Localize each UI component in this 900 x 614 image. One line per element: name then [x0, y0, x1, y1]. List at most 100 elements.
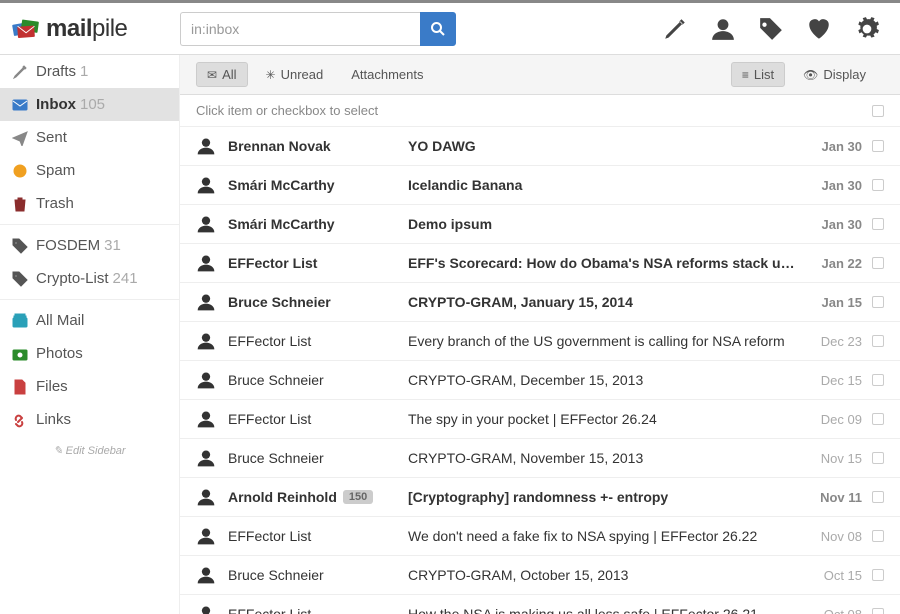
avatar-icon [196, 565, 216, 585]
message-row[interactable]: EFFector ListHow the NSA is making us al… [180, 595, 900, 614]
view-icon: 👁 [803, 68, 818, 82]
sidebar-item-fosdem[interactable]: FOSDEM31 [0, 229, 179, 262]
message-sender: Arnold Reinhold150 [228, 489, 408, 505]
sidebar-item-drafts[interactable]: Drafts1 [0, 55, 179, 88]
sidebar-item-sent[interactable]: Sent [0, 121, 179, 154]
avatar-icon [196, 214, 216, 234]
sidebar-item-crypto-list[interactable]: Crypto-List241 [0, 262, 179, 295]
message-subject: EFF's Scorecard: How do Obama's NSA refo… [408, 255, 802, 271]
filter-attachments[interactable]: Attachments [341, 63, 433, 86]
sidebar-item-count: 31 [104, 237, 121, 254]
message-row[interactable]: Arnold Reinhold150[Cryptography] randomn… [180, 478, 900, 517]
message-date: Oct 15 [802, 568, 862, 583]
message-checkbox[interactable] [872, 296, 884, 308]
message-date: Jan 30 [802, 217, 862, 232]
pencil-icon [12, 64, 28, 80]
message-checkbox[interactable] [872, 257, 884, 269]
avatar-icon [196, 409, 216, 429]
avatar-icon [196, 604, 216, 614]
message-subject: The spy in your pocket | EFFector 26.24 [408, 411, 802, 427]
tag-icon [12, 271, 28, 287]
sidebar-item-photos[interactable]: Photos [0, 337, 179, 370]
message-date: Oct 08 [802, 607, 862, 614]
plane-icon [12, 130, 28, 146]
message-row[interactable]: EFFector ListWe don't need a fake fix to… [180, 517, 900, 556]
sidebar-item-label: Inbox [36, 96, 76, 113]
message-checkbox[interactable] [872, 374, 884, 386]
message-checkbox[interactable] [872, 569, 884, 581]
message-row[interactable]: EFFector ListEvery branch of the US gove… [180, 322, 900, 361]
view-display[interactable]: 👁Display [793, 62, 876, 87]
message-date: Nov 11 [802, 490, 862, 505]
message-date: Jan 22 [802, 256, 862, 271]
message-checkbox[interactable] [872, 452, 884, 464]
content: ✉All ✳Unread Attachments ≡List 👁Display Cli… [180, 55, 900, 614]
message-row[interactable]: EFFector ListEFF's Scorecard: How do Oba… [180, 244, 900, 283]
header: mailpile [0, 3, 900, 55]
message-checkbox[interactable] [872, 413, 884, 425]
message-checkbox[interactable] [872, 179, 884, 191]
message-subject: CRYPTO-GRAM, November 15, 2013 [408, 450, 802, 466]
sidebar-item-files[interactable]: Files [0, 370, 179, 403]
message-checkbox[interactable] [872, 140, 884, 152]
spam-icon [12, 163, 28, 179]
avatar-icon [196, 331, 216, 351]
sidebar-item-all-mail[interactable]: All Mail [0, 304, 179, 337]
gear-icon[interactable] [854, 16, 880, 42]
select-all-checkbox[interactable] [872, 105, 884, 117]
doc-icon [12, 379, 28, 395]
main: Drafts1Inbox105SentSpamTrashFOSDEM31Cryp… [0, 55, 900, 614]
sidebar-item-inbox[interactable]: Inbox105 [0, 88, 179, 121]
message-subject: CRYPTO-GRAM, October 15, 2013 [408, 567, 802, 583]
message-row[interactable]: Smári McCarthyIcelandic BananaJan 30 [180, 166, 900, 205]
sidebar-item-label: FOSDEM [36, 237, 100, 254]
message-checkbox[interactable] [872, 218, 884, 230]
sidebar-item-spam[interactable]: Spam [0, 154, 179, 187]
avatar-icon [196, 175, 216, 195]
sidebar-item-label: Drafts [36, 63, 76, 80]
message-row[interactable]: EFFector ListThe spy in your pocket | EF… [180, 400, 900, 439]
filter-unread[interactable]: ✳Unread [256, 63, 334, 86]
message-row[interactable]: Smári McCarthyDemo ipsumJan 30 [180, 205, 900, 244]
sidebar-item-label: Spam [36, 162, 75, 179]
search-button[interactable] [420, 12, 456, 46]
sidebar: Drafts1Inbox105SentSpamTrashFOSDEM31Cryp… [0, 55, 180, 614]
logo-icon [12, 17, 42, 41]
message-subject: YO DAWG [408, 138, 802, 154]
message-checkbox[interactable] [872, 530, 884, 542]
message-list: Brennan NovakYO DAWGJan 30Smári McCarthy… [180, 127, 900, 614]
message-date: Dec 23 [802, 334, 862, 349]
view-list[interactable]: ≡List [731, 62, 785, 87]
message-checkbox[interactable] [872, 491, 884, 503]
sidebar-item-links[interactable]: Links [0, 403, 179, 436]
message-row[interactable]: Bruce SchneierCRYPTO-GRAM, January 15, 2… [180, 283, 900, 322]
contacts-icon[interactable] [710, 16, 736, 42]
mailstack-icon [12, 313, 28, 329]
search-input[interactable] [180, 12, 420, 46]
toolbar: ✉All ✳Unread Attachments ≡List 👁Display [180, 55, 900, 95]
message-row[interactable]: Bruce SchneierCRYPTO-GRAM, December 15, … [180, 361, 900, 400]
avatar-icon [196, 292, 216, 312]
edit-sidebar-link[interactable]: ✎ Edit Sidebar [0, 436, 179, 465]
message-subject: Every branch of the US government is cal… [408, 333, 802, 349]
select-hint-text: Click item or checkbox to select [196, 103, 378, 118]
message-checkbox[interactable] [872, 608, 884, 614]
select-hint-row: Click item or checkbox to select [180, 95, 900, 127]
message-checkbox[interactable] [872, 335, 884, 347]
sidebar-item-trash[interactable]: Trash [0, 187, 179, 220]
tag-icon[interactable] [758, 16, 784, 42]
compose-icon[interactable] [662, 16, 688, 42]
envelope-icon [12, 97, 28, 113]
filter-all[interactable]: ✉All [196, 62, 248, 87]
message-date: Dec 15 [802, 373, 862, 388]
avatar-icon [196, 448, 216, 468]
message-row[interactable]: Brennan NovakYO DAWGJan 30 [180, 127, 900, 166]
message-subject: [Cryptography] randomness +- entropy [408, 489, 802, 505]
sidebar-item-label: Files [36, 378, 68, 395]
message-row[interactable]: Bruce SchneierCRYPTO-GRAM, November 15, … [180, 439, 900, 478]
message-row[interactable]: Bruce SchneierCRYPTO-GRAM, October 15, 2… [180, 556, 900, 595]
filter-label: All [222, 67, 236, 82]
message-sender: Brennan Novak [228, 138, 408, 154]
logo[interactable]: mailpile [12, 15, 180, 43]
heart-icon[interactable] [806, 16, 832, 42]
